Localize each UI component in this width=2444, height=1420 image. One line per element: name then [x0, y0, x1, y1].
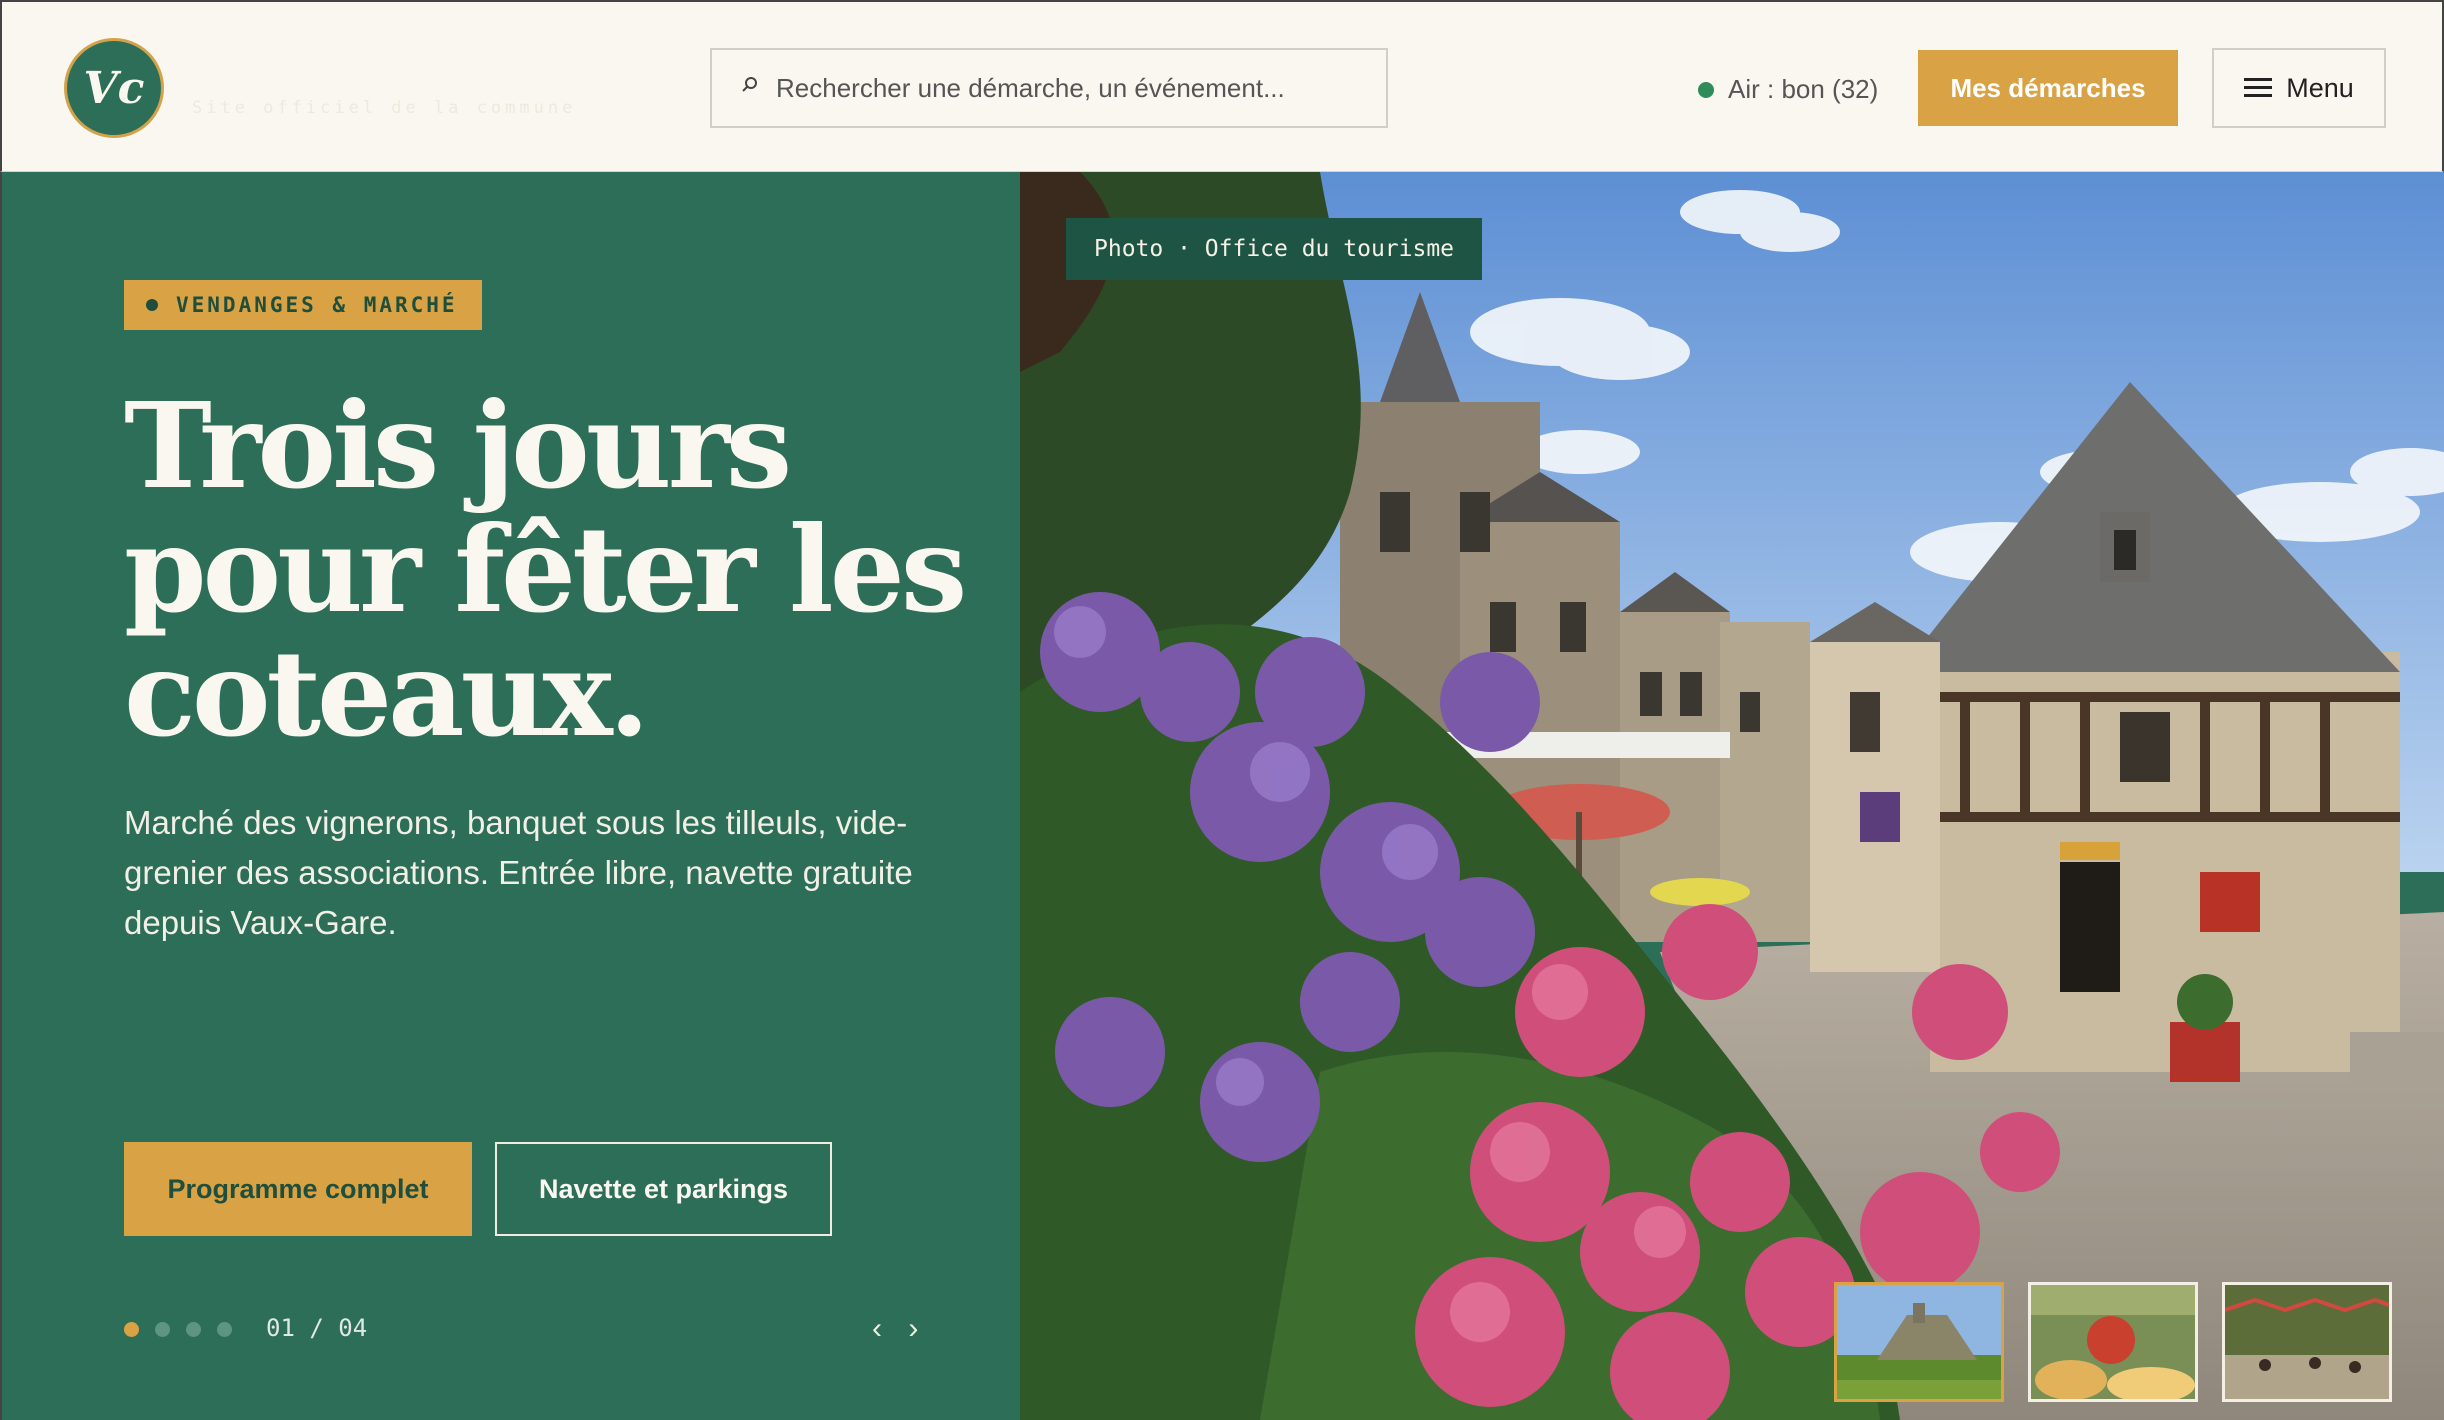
- site-tagline: Site officiel de la commune: [192, 98, 577, 118]
- village-fete-thumb: [2225, 1285, 2389, 1399]
- mes-demarches-label: Mes démarches: [1950, 72, 2146, 103]
- slide-dot-2[interactable]: [155, 1322, 170, 1337]
- slide-counter: 01 / 04: [266, 1314, 368, 1342]
- event-tag-label: VENDANGES & MARCHÉ: [176, 293, 458, 317]
- search-icon: [740, 75, 764, 101]
- site-name: Vaux-aux-Coteaux: [192, 56, 447, 92]
- navette-parkings-label: Navette et parkings: [538, 1173, 789, 1204]
- programme-complet-button[interactable]: Programme complet: [124, 1142, 472, 1236]
- logo-badge[interactable]: Vc: [64, 38, 164, 138]
- air-status-dot: [1698, 81, 1714, 98]
- slide-dot-3[interactable]: [186, 1322, 201, 1337]
- search-input[interactable]: [774, 71, 1378, 105]
- menu-label: Menu: [2286, 72, 2354, 103]
- slide-dot-4[interactable]: [217, 1322, 232, 1337]
- menu-button[interactable]: Menu: [2212, 48, 2386, 128]
- tag-dot: [146, 299, 158, 311]
- air-quality-indicator[interactable]: Air : bon (32): [1698, 74, 1878, 105]
- logo-text[interactable]: Vaux-aux-Coteaux Site officiel de la com…: [192, 56, 576, 118]
- next-slide-icon[interactable]: ›: [908, 1312, 918, 1345]
- thumbnail-2[interactable]: [2028, 1282, 2198, 1402]
- slide-dot-1[interactable]: [124, 1322, 139, 1337]
- hamburger-icon: [2244, 78, 2273, 98]
- mes-demarches-button[interactable]: Mes démarches: [1918, 50, 2178, 126]
- hero-photo: [1020, 172, 2444, 1420]
- slide-arrows: ‹ ›: [872, 1312, 936, 1346]
- hero-headline: Trois jours pour fêter les coteaux.: [124, 376, 967, 763]
- photo-credit: Photo · Office du tourisme: [1066, 218, 1483, 280]
- thumbnail-1[interactable]: [1834, 1282, 2004, 1402]
- programme-complet-label: Programme complet: [167, 1173, 429, 1204]
- logo-letters: Vc: [83, 62, 145, 114]
- event-tag: VENDANGES & MARCHÉ: [124, 280, 482, 330]
- cheese-market-thumb: [2031, 1285, 2195, 1399]
- navette-parkings-button[interactable]: Navette et parkings: [495, 1142, 832, 1236]
- thumbnail-3[interactable]: [2222, 1282, 2392, 1402]
- prev-slide-icon[interactable]: ‹: [872, 1312, 882, 1345]
- village-hydrangea-illustration: [1020, 172, 2444, 1420]
- search-box[interactable]: [710, 48, 1388, 128]
- slide-dots: [124, 1322, 248, 1337]
- site-header: Vc Vaux-aux-Coteaux Site officiel de la …: [0, 0, 2444, 172]
- hero-lead: Marché des vignerons, banquet sous les t…: [124, 804, 913, 941]
- air-quality-label: Air : bon (32): [1728, 74, 1879, 104]
- hilltop-village-thumb: [1837, 1285, 2001, 1399]
